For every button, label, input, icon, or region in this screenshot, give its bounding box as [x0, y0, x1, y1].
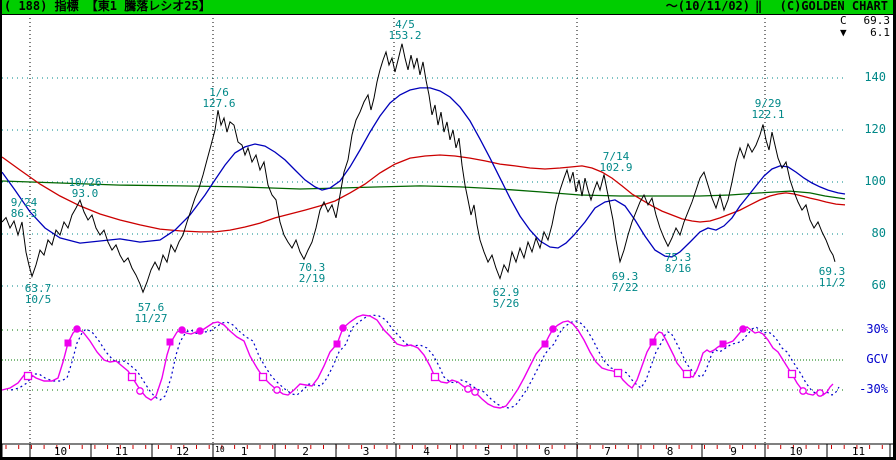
chart-title: ( 188) 指標 【東1 騰落レシオ25】 [4, 0, 211, 13]
marker-open-square [260, 374, 267, 381]
marker-filled-square [167, 339, 174, 346]
frame-left [0, 0, 2, 460]
daily-ratio-line [2, 44, 835, 293]
golden-chart-window: 140120100806030%GCV-30%10111212345678910… [0, 0, 896, 460]
marker-open-circle [817, 390, 823, 396]
marker-open-circle [800, 388, 806, 394]
title-bar: ( 188) 指標 【東1 騰落レシオ25】 ～(10/11/02) ‖ (C)… [0, 0, 896, 15]
marker-open-circle [472, 389, 478, 395]
ma-long-line [2, 181, 845, 199]
marker-open-square [432, 374, 439, 381]
marker-filled-circle [196, 327, 204, 335]
marker-open-square [25, 373, 32, 380]
marker-filled-circle [73, 325, 81, 333]
marker-open-circle [137, 388, 143, 394]
marker-open-circle [274, 387, 280, 393]
marker-open-circle [465, 386, 471, 392]
marker-open-square [615, 370, 622, 377]
marker-filled-circle [549, 325, 557, 333]
change-row: ▼ 6.1 [840, 27, 890, 39]
marker-filled-square [334, 341, 341, 348]
period-label: ～(10/11/02) [604, 0, 750, 13]
marker-filled-circle [178, 326, 186, 334]
marker-filled-circle [339, 324, 347, 332]
chart-canvas [0, 0, 896, 460]
gcv-signal-line [11, 315, 839, 408]
change-value: 6.1 [870, 27, 890, 39]
copyright-label: (C)GOLDEN CHART [768, 0, 888, 13]
marker-open-square [129, 374, 136, 381]
ma-short-line [2, 88, 845, 257]
marker-open-square [789, 371, 796, 378]
gcv-oscillator-line [2, 315, 833, 408]
title-separator: ‖ [755, 0, 762, 13]
quote-box: C 69.3 ▼ 6.1 [840, 15, 890, 39]
down-arrow-icon: ▼ [840, 27, 847, 39]
marker-filled-square [720, 341, 727, 348]
marker-open-square [684, 371, 691, 378]
marker-filled-circle [739, 325, 747, 333]
marker-filled-square [650, 339, 657, 346]
marker-filled-square [65, 340, 72, 347]
marker-filled-square [542, 341, 549, 348]
ma-mid-line [2, 155, 845, 232]
